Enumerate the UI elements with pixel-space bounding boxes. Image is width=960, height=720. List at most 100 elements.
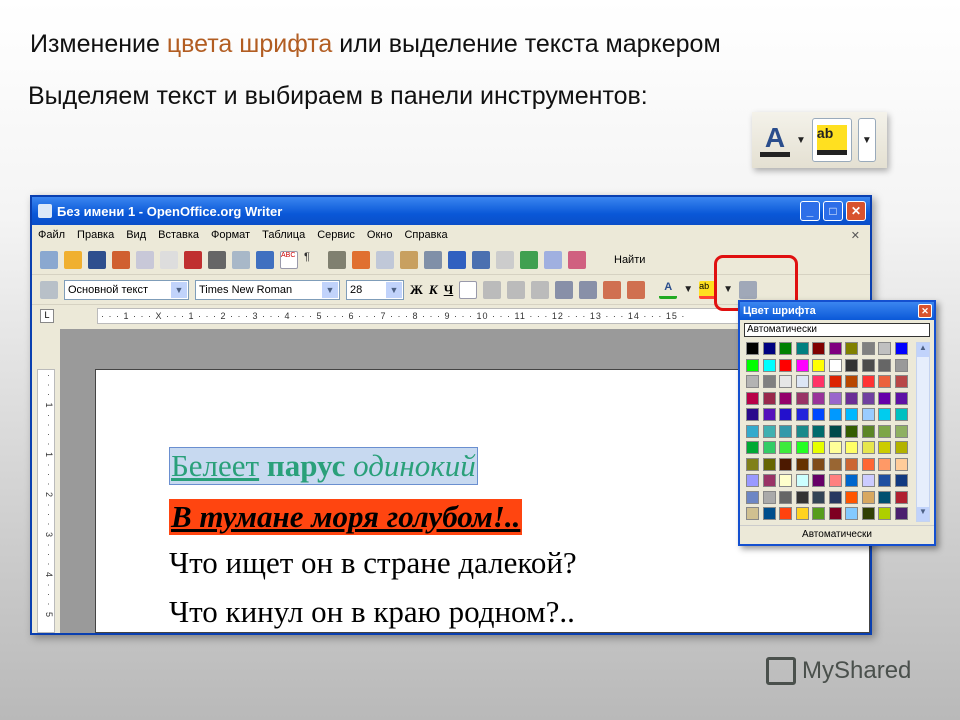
find-button[interactable]: Найти bbox=[614, 254, 645, 266]
color-swatch[interactable] bbox=[845, 391, 858, 405]
scroll-up-icon[interactable]: ▲ bbox=[917, 343, 929, 357]
new-document-icon[interactable] bbox=[40, 250, 58, 269]
color-swatch[interactable] bbox=[828, 474, 842, 487]
color-swatch[interactable] bbox=[894, 457, 908, 471]
color-swatch[interactable] bbox=[812, 358, 825, 372]
menu-window[interactable]: Окно bbox=[367, 229, 393, 241]
redo-icon[interactable] bbox=[496, 250, 514, 269]
text-line-1[interactable]: Белеет парус одинокий bbox=[169, 447, 478, 485]
color-swatch[interactable] bbox=[894, 342, 908, 355]
bold-button[interactable]: Ж bbox=[410, 282, 423, 298]
color-swatch[interactable] bbox=[861, 424, 875, 438]
color-swatch[interactable] bbox=[812, 424, 825, 438]
color-swatch[interactable] bbox=[828, 457, 842, 471]
align-center-icon[interactable] bbox=[483, 280, 502, 299]
color-swatch[interactable] bbox=[861, 358, 875, 372]
minimize-button[interactable]: _ bbox=[800, 201, 820, 221]
color-swatch[interactable] bbox=[812, 457, 825, 471]
color-swatch[interactable] bbox=[795, 408, 809, 421]
align-right-icon[interactable] bbox=[507, 280, 526, 299]
color-swatch[interactable] bbox=[828, 375, 842, 388]
color-swatch[interactable] bbox=[878, 490, 891, 504]
color-swatch[interactable] bbox=[894, 441, 908, 454]
spellcheck-icon[interactable] bbox=[256, 250, 274, 269]
color-swatch[interactable] bbox=[878, 457, 891, 471]
menu-tools[interactable]: Сервис bbox=[317, 229, 355, 241]
scroll-down-icon[interactable]: ▼ bbox=[917, 507, 929, 521]
color-swatch[interactable] bbox=[795, 474, 809, 487]
color-swatch[interactable] bbox=[746, 474, 759, 487]
color-swatch[interactable] bbox=[779, 441, 792, 454]
color-swatch[interactable] bbox=[845, 441, 858, 454]
print-icon[interactable] bbox=[208, 250, 226, 269]
color-swatch[interactable] bbox=[746, 490, 759, 504]
color-swatch[interactable] bbox=[845, 474, 858, 487]
numbering-icon[interactable] bbox=[555, 280, 574, 299]
color-swatch[interactable] bbox=[762, 474, 776, 487]
color-swatch[interactable] bbox=[878, 391, 891, 405]
email-icon[interactable] bbox=[136, 250, 154, 269]
color-swatch[interactable] bbox=[894, 358, 908, 372]
tab-stop-icon[interactable]: L bbox=[40, 309, 54, 323]
palette-scrollbar[interactable]: ▲ ▼ bbox=[916, 342, 930, 522]
color-swatch[interactable] bbox=[812, 342, 825, 355]
bullets-icon[interactable] bbox=[579, 280, 598, 299]
menu-help[interactable]: Справка bbox=[404, 229, 447, 241]
color-swatch[interactable] bbox=[878, 441, 891, 454]
color-swatch[interactable] bbox=[828, 391, 842, 405]
format-paintbrush-icon[interactable] bbox=[448, 250, 466, 269]
color-swatch[interactable] bbox=[828, 490, 842, 504]
color-swatch[interactable] bbox=[795, 490, 809, 504]
preview-icon[interactable] bbox=[232, 250, 250, 269]
color-swatch[interactable] bbox=[779, 474, 792, 487]
pdf-icon[interactable] bbox=[184, 250, 202, 269]
close-button[interactable]: ✕ bbox=[846, 201, 866, 221]
color-swatch[interactable] bbox=[746, 457, 759, 471]
color-swatch[interactable] bbox=[845, 342, 858, 355]
color-swatch[interactable] bbox=[828, 424, 842, 438]
color-swatch[interactable] bbox=[828, 342, 842, 355]
color-swatch[interactable] bbox=[795, 391, 809, 405]
color-swatch[interactable] bbox=[878, 342, 891, 355]
color-swatch[interactable] bbox=[779, 424, 792, 438]
table-icon[interactable] bbox=[544, 250, 562, 269]
color-swatch[interactable] bbox=[828, 507, 842, 520]
color-swatch[interactable] bbox=[795, 424, 809, 438]
color-swatch[interactable] bbox=[762, 342, 776, 355]
color-swatch[interactable] bbox=[845, 490, 858, 504]
color-swatch[interactable] bbox=[845, 408, 858, 421]
automatic-option-top[interactable]: Автоматически bbox=[744, 323, 930, 337]
color-swatch[interactable] bbox=[845, 457, 858, 471]
color-swatch[interactable] bbox=[812, 490, 825, 504]
color-swatch[interactable] bbox=[861, 457, 875, 471]
autospell-icon[interactable]: ABC bbox=[280, 250, 298, 269]
maximize-button[interactable]: □ bbox=[823, 201, 843, 221]
color-swatch[interactable] bbox=[861, 474, 875, 487]
color-swatch[interactable] bbox=[762, 358, 776, 372]
color-swatch[interactable] bbox=[878, 474, 891, 487]
font-size-select[interactable]: 28 ▼ bbox=[346, 279, 404, 300]
clone-format-icon[interactable] bbox=[424, 250, 442, 269]
color-swatch[interactable] bbox=[894, 375, 908, 388]
color-swatch[interactable] bbox=[845, 375, 858, 388]
vertical-ruler[interactable]: · · · 1 · · · · 1 · · · 2 · · · 3 · · · … bbox=[37, 369, 55, 633]
color-swatch[interactable] bbox=[861, 490, 875, 504]
paragraph-style-select[interactable]: Основной текст ▼ bbox=[64, 279, 189, 300]
color-swatch[interactable] bbox=[779, 375, 792, 388]
color-swatch[interactable] bbox=[762, 507, 776, 520]
open-folder-icon[interactable] bbox=[64, 250, 82, 269]
color-swatch[interactable] bbox=[779, 391, 792, 405]
color-swatch[interactable] bbox=[746, 424, 759, 438]
color-swatch[interactable] bbox=[762, 441, 776, 454]
color-swatch[interactable] bbox=[894, 474, 908, 487]
color-swatch[interactable] bbox=[894, 507, 908, 520]
color-swatch[interactable] bbox=[878, 375, 891, 388]
brush-icon[interactable] bbox=[112, 250, 130, 269]
color-swatch[interactable] bbox=[861, 375, 875, 388]
menu-edit[interactable]: Правка bbox=[77, 229, 114, 241]
color-swatch[interactable] bbox=[779, 358, 792, 372]
color-swatch[interactable] bbox=[861, 408, 875, 421]
color-swatch[interactable] bbox=[795, 507, 809, 520]
paste-icon[interactable] bbox=[400, 250, 418, 269]
color-swatch[interactable] bbox=[878, 507, 891, 520]
